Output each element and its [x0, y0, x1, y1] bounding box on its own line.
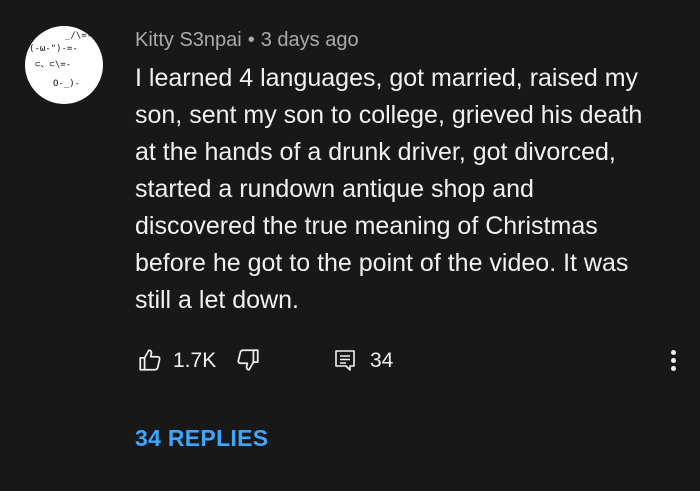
comment-text-line: son, sent my son to college, grieved his… [135, 101, 643, 129]
comment-text-line: still a let down. [135, 286, 299, 314]
more-options-button[interactable] [666, 345, 680, 375]
dislike-button[interactable] [233, 345, 263, 375]
avatar[interactable]: _/\=- (-ω-")-=- ⊂、⊂\=- O-_)- [25, 26, 103, 104]
avatar-ascii-art: _/\=- (-ω-")-=- ⊂、⊂\=- O-_)- [25, 26, 103, 104]
avatar-art-line: _/\=- [65, 31, 93, 41]
author-name[interactable]: Kitty S3npai [135, 29, 242, 51]
comment-text-line: at the hands of a drunk driver, got divo… [135, 138, 616, 166]
comment-text-line: before he got to the point of the video.… [135, 249, 629, 277]
reply-count: 34 [370, 349, 394, 372]
header-separator: • [247, 29, 255, 51]
comment-header: Kitty S3npai • 3 days ago [135, 29, 359, 52]
thumbs-down-icon [237, 349, 259, 371]
comment-text-line: I learned 4 languages, got married, rais… [135, 64, 639, 92]
comment-actions: 1.7K 34 [135, 345, 680, 375]
like-count: 1.7K [173, 349, 217, 372]
comment: _/\=- (-ω-")-=- ⊂、⊂\=- O-_)- Kitty S3npa… [0, 0, 700, 491]
comment-timestamp[interactable]: 3 days ago [261, 29, 359, 51]
avatar-art-line: (-ω-")-=- [29, 44, 78, 54]
avatar-art-line: O-_)- [53, 79, 81, 89]
view-replies-button[interactable]: 34 REPLIES [135, 425, 268, 452]
avatar-art-line: ⊂、⊂\=- [35, 60, 72, 70]
comment-text-line: started a rundown antique shop and [135, 175, 534, 203]
reply-button[interactable] [330, 345, 360, 375]
like-button[interactable] [135, 345, 165, 375]
comment-text-line: discovered the true meaning of Christmas [135, 212, 598, 240]
thumbs-up-icon [139, 349, 161, 371]
comment-icon [335, 350, 355, 371]
comment-body: I learned 4 languages, got married, rais… [135, 60, 670, 319]
